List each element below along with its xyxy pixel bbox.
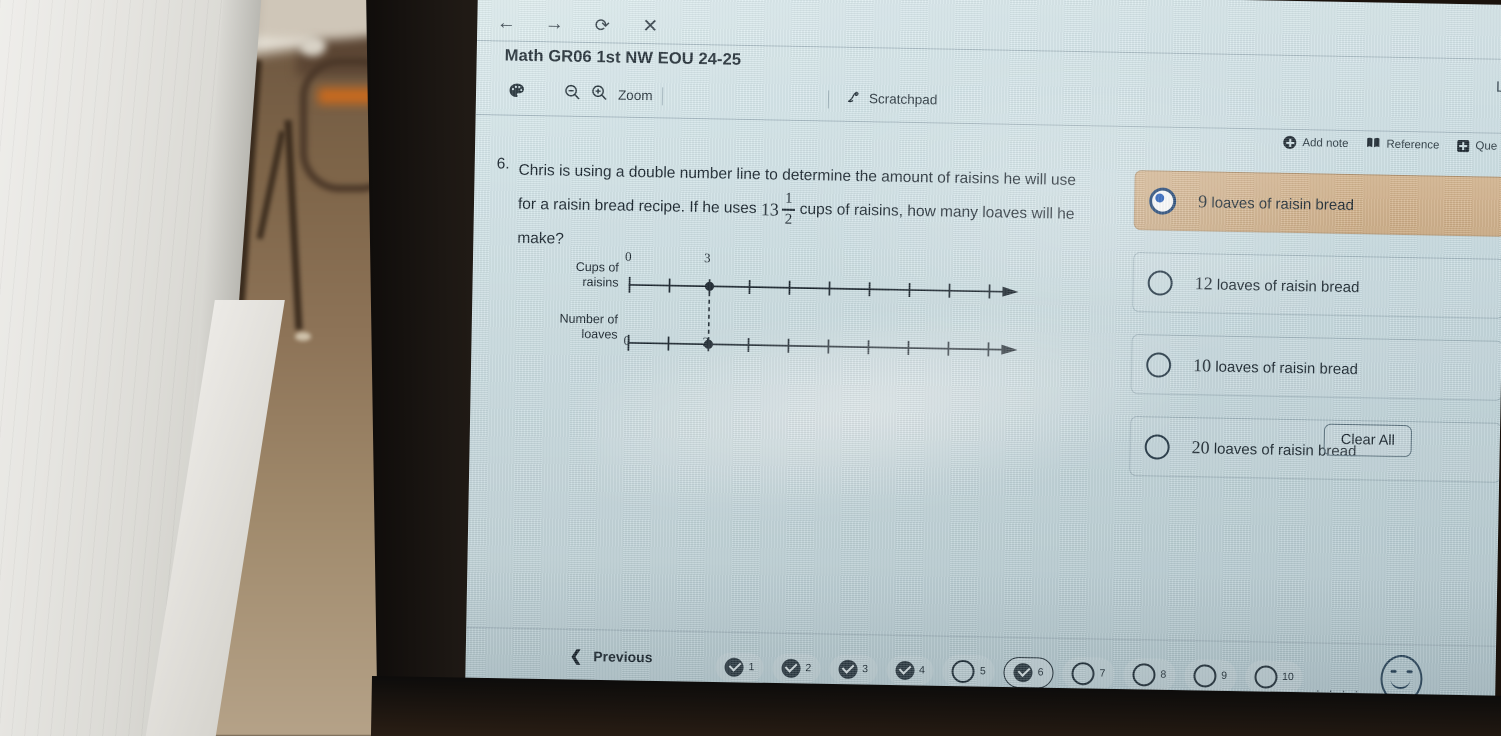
question-pager-item-6[interactable]: 6 [1003, 656, 1054, 689]
answer-option-number: 9 [1198, 190, 1208, 211]
top-axis-label: Cups of raisins [532, 259, 619, 291]
chevron-left-icon: ❮ [569, 647, 583, 666]
answer-option-number: 12 [1194, 272, 1213, 294]
question-pager-index: 5 [979, 665, 986, 678]
smiley-left-eye [1390, 669, 1397, 673]
bottom-axis-label-line1: Number of [559, 311, 619, 327]
question-number: 6. [496, 155, 510, 173]
radio-button[interactable] [1144, 433, 1170, 460]
scratchpad-button[interactable]: Scratchpad [846, 89, 938, 110]
zoom-in-icon[interactable] [591, 84, 608, 104]
number-line-svg [627, 276, 1019, 357]
question-pager-item-4[interactable]: 4 [885, 655, 935, 685]
question-pager-item-1[interactable]: 1 [715, 651, 764, 682]
answer-option-number: 20 [1191, 436, 1210, 457]
answer-option-3[interactable]: 10 loaves of raisin bread [1130, 334, 1501, 401]
answer-option-number: 10 [1192, 354, 1212, 375]
photo-of-monitor: Edupho... ← → ⟳ ✕ Math GR06 1st NW EOU 2… [0, 0, 1501, 736]
monitor-screen: Edupho... ← → ⟳ ✕ Math GR06 1st NW EOU 2… [464, 0, 1501, 721]
fraction-numerator: 1 [784, 190, 793, 207]
scratchpad-label: Scratchpad [868, 91, 938, 108]
mixed-whole: 13 [760, 199, 780, 220]
mixed-number: 13 1 2 [761, 191, 796, 227]
question-pager-item-3[interactable]: 3 [828, 654, 878, 684]
question-pager-index: 7 [1099, 667, 1106, 680]
pencil-icon [846, 89, 862, 108]
empty-circle-icon [951, 659, 976, 683]
smiley-right-eye [1406, 670, 1413, 674]
toolbar-divider-2 [827, 90, 830, 109]
empty-circle-icon [1071, 661, 1095, 685]
question-pager-index: 6 [1037, 666, 1044, 679]
palette-icon[interactable] [508, 83, 526, 100]
answer-option-2[interactable]: 12 loaves of raisin bread [1132, 252, 1501, 319]
forward-icon[interactable]: → [539, 12, 569, 37]
question-pager-index: 8 [1160, 668, 1167, 681]
floor-mark [295, 332, 311, 341]
top-tick-zero: 0 [624, 248, 632, 264]
zoom-label[interactable]: Zoom [618, 87, 653, 103]
quiz-page: Edupho... ← → ⟳ ✕ Math GR06 1st NW EOU 2… [465, 0, 1501, 721]
question-text: Chris is using a double number line to d… [517, 155, 1097, 265]
answer-option-1[interactable]: 9 loaves of raisin bread [1133, 170, 1501, 237]
bottom-axis-label-line2: loaves [581, 326, 618, 342]
question-pager-index: 10 [1281, 670, 1294, 684]
question-pager-index: 4 [918, 664, 926, 677]
answer-option-label: 12 loaves of raisin bread [1194, 272, 1360, 297]
check-icon [1013, 662, 1033, 682]
empty-circle-icon [1132, 662, 1156, 687]
question-pager-index: 1 [748, 661, 755, 674]
close-icon[interactable]: ✕ [635, 14, 665, 39]
question-pager-item-5[interactable]: 5 [942, 654, 996, 689]
empty-circle-icon [1253, 664, 1278, 689]
question-pager-item-7[interactable]: 7 [1062, 656, 1115, 691]
top-tick-value: 3 [703, 250, 711, 266]
fraction-bar [781, 208, 796, 211]
question-pager-item-10[interactable]: 10 [1244, 659, 1304, 694]
radio-button[interactable] [1147, 269, 1173, 296]
cup-blur [300, 36, 326, 56]
answer-options-list: 9 loaves of raisin bread 12 loaves of ra… [1129, 170, 1501, 505]
radio-button[interactable] [1145, 351, 1172, 378]
top-axis-label-line2: raisins [582, 274, 619, 290]
page-title: Math GR06 1st NW EOU 24-25 [504, 46, 742, 69]
previous-button[interactable]: ❮ Previous [570, 647, 653, 667]
radio-button[interactable] [1148, 186, 1177, 215]
answer-option-text: loaves of raisin bread [1212, 276, 1360, 296]
check-icon [894, 660, 915, 680]
check-icon [838, 659, 858, 679]
previous-label: Previous [593, 648, 653, 666]
check-icon [781, 658, 801, 678]
question-pager-index: 3 [862, 663, 869, 676]
answer-option-label: 10 loaves of raisin bread [1193, 355, 1358, 379]
question-pager-item-8[interactable]: 8 [1123, 657, 1176, 692]
question-block: 6. Chris is using a double number line t… [495, 154, 1097, 265]
question-pager-item-2[interactable]: 2 [772, 653, 821, 683]
zoom-out-icon[interactable] [564, 84, 581, 104]
answer-option-text: loaves of raisin bread [1207, 193, 1355, 214]
check-icon [724, 657, 744, 677]
question-content: 6. Chris is using a double number line t… [467, 118, 1501, 631]
bottom-axis-label: Number of loaves [532, 311, 619, 343]
fraction: 1 2 [781, 190, 796, 228]
question-pager-index: 2 [805, 662, 812, 675]
reload-icon[interactable]: ⟳ [587, 13, 617, 38]
toolbar-divider-1 [661, 87, 664, 106]
answer-option-text: loaves of raisin bread [1210, 358, 1359, 378]
back-icon[interactable]: ← [491, 11, 521, 36]
smiley-mouth [1390, 676, 1411, 690]
top-axis-label-line1: Cups of [575, 259, 619, 275]
fraction-denominator: 2 [784, 211, 793, 228]
question-pager-index: 9 [1221, 669, 1228, 682]
question-text-part2: cups of raisins, [799, 200, 904, 220]
answer-option-label: 9 loaves of raisin bread [1198, 191, 1354, 215]
empty-circle-icon [1193, 663, 1217, 688]
question-pager-item-9[interactable]: 9 [1183, 658, 1237, 693]
answer-option-4[interactable]: 20 loaves of raisin bread [1129, 416, 1501, 483]
clear-all-button[interactable]: Clear All [1323, 423, 1413, 458]
double-number-line-figure: Cups of raisins Number of loaves 0 3 0 2 [531, 249, 1053, 369]
zoom-control-group: Zoom [564, 84, 653, 106]
